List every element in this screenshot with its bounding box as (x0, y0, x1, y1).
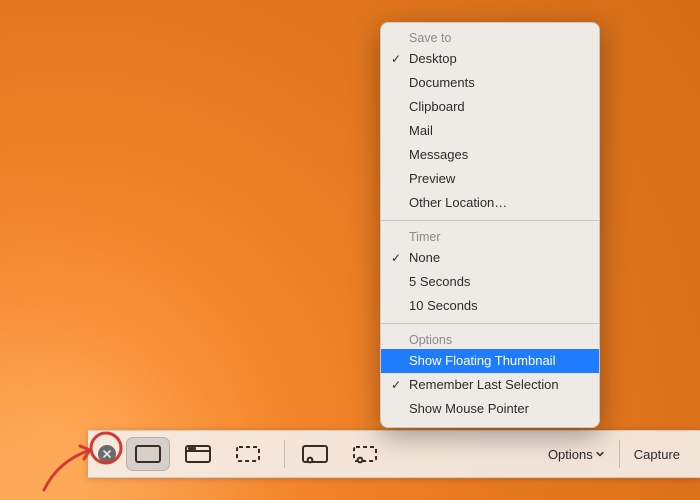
close-button[interactable] (98, 445, 116, 463)
capture-selection[interactable] (226, 437, 270, 471)
menu-item-timer-10s[interactable]: 10 Seconds (381, 294, 599, 318)
check-icon: ✓ (391, 376, 401, 394)
screen-icon (134, 444, 162, 464)
capture-label: Capture (634, 447, 680, 462)
toolbar-separator (284, 440, 285, 468)
check-icon: ✓ (391, 50, 401, 68)
options-menu: Save to ✓Desktop Documents Clipboard Mai… (380, 22, 600, 428)
capture-entire-screen[interactable] (126, 437, 170, 471)
capture-screen-group (126, 437, 276, 471)
toolbar-separator (619, 440, 620, 468)
menu-item-mail[interactable]: Mail (381, 119, 599, 143)
options-button[interactable]: Options (538, 437, 615, 471)
chevron-down-icon (595, 449, 605, 459)
menu-section-title: Options (381, 329, 599, 349)
menu-item-documents[interactable]: Documents (381, 71, 599, 95)
menu-item-floating-thumbnail[interactable]: Show Floating Thumbnail (381, 349, 599, 373)
window-icon (184, 444, 212, 464)
menu-item-clipboard[interactable]: Clipboard (381, 95, 599, 119)
menu-item-preview[interactable]: Preview (381, 167, 599, 191)
screenshot-toolbar: Options Capture (88, 430, 700, 478)
record-entire-screen[interactable] (293, 437, 337, 471)
capture-button[interactable]: Capture (624, 437, 690, 471)
menu-item-show-mouse[interactable]: Show Mouse Pointer (381, 397, 599, 421)
selection-icon (234, 444, 262, 464)
menu-item-desktop[interactable]: ✓Desktop (381, 47, 599, 71)
check-icon: ✓ (391, 249, 401, 267)
menu-divider (381, 220, 599, 221)
menu-item-messages[interactable]: Messages (381, 143, 599, 167)
record-group (293, 437, 393, 471)
record-selection[interactable] (343, 437, 387, 471)
menu-item-timer-none[interactable]: ✓None (381, 246, 599, 270)
record-screen-icon (301, 444, 329, 464)
close-icon (102, 449, 112, 459)
options-label: Options (548, 447, 593, 462)
menu-section-title: Save to (381, 27, 599, 47)
toolbar-right-group: Options Capture (538, 437, 690, 471)
record-selection-icon (351, 444, 379, 464)
menu-divider (381, 323, 599, 324)
menu-item-other-location[interactable]: Other Location… (381, 191, 599, 215)
menu-section-title: Timer (381, 226, 599, 246)
menu-item-remember-last[interactable]: ✓Remember Last Selection (381, 373, 599, 397)
menu-item-timer-5s[interactable]: 5 Seconds (381, 270, 599, 294)
capture-window[interactable] (176, 437, 220, 471)
